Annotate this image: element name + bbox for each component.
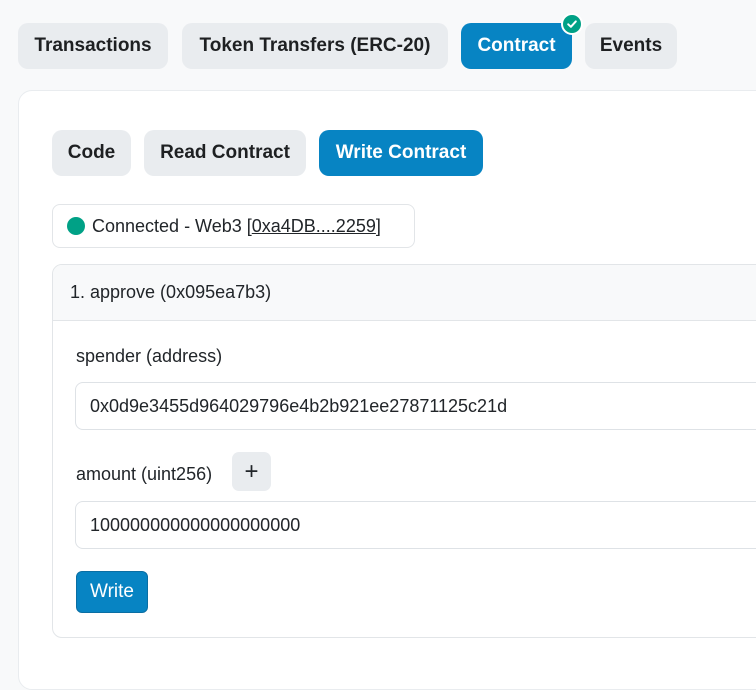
function-accordion-approve: 1. approve (0x095ea7b3): [52, 264, 756, 638]
add-decimals-button[interactable]: +: [232, 452, 271, 491]
write-button[interactable]: Write: [76, 571, 148, 613]
verified-check-icon: [561, 13, 583, 35]
tab-contract[interactable]: Contract: [461, 23, 572, 69]
spender-label: spender (address): [76, 346, 223, 366]
subtab-read-contract[interactable]: Read Contract: [144, 130, 306, 176]
tab-token-transfers[interactable]: Token Transfers (ERC-20): [182, 23, 448, 69]
spender-input[interactable]: [75, 382, 756, 430]
connection-status-close: ]: [375, 215, 381, 236]
connection-status: Connected - Web3 [0xa4DB....2259]: [52, 204, 415, 248]
function-accordion-header[interactable]: 1. approve (0x095ea7b3): [53, 265, 756, 321]
subtab-code[interactable]: Code: [52, 130, 131, 176]
tab-transactions[interactable]: Transactions: [18, 23, 168, 69]
connected-status-dot-icon: [67, 217, 85, 235]
connected-wallet-address-link[interactable]: 0xa4DB....2259: [252, 216, 376, 237]
amount-label: amount (uint256): [76, 464, 213, 484]
subtab-write-contract[interactable]: Write Contract: [319, 130, 483, 176]
connection-status-text: Connected - Web3 [: [92, 215, 252, 236]
function-title: 1. approve (0x095ea7b3): [70, 282, 272, 302]
tab-events[interactable]: Events: [585, 23, 677, 69]
amount-input[interactable]: [75, 501, 756, 549]
